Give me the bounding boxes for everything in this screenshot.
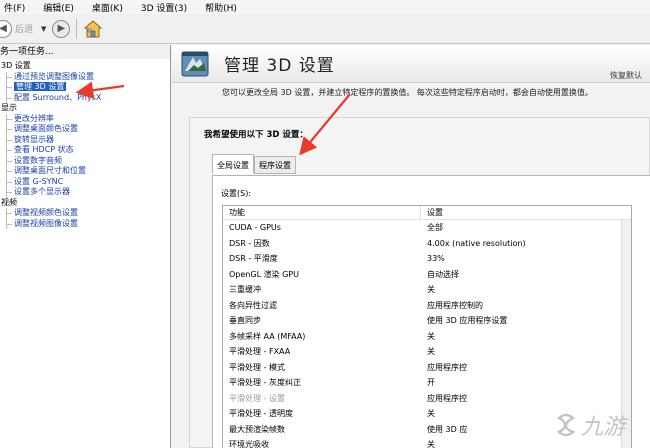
tree-item-video-color[interactable]: 调整视频颜色设置 [0, 208, 170, 219]
row-setting: 全部 [427, 223, 443, 232]
tree-item-preview-settings[interactable]: 通过预览调整图像设置 [0, 71, 170, 83]
table-row[interactable]: OpenGL 渲染 GPU 自动选择 [223, 267, 631, 283]
tree-category-display[interactable]: 显示 [0, 103, 170, 114]
tree-item-rotate-display[interactable]: 旋转显示器 [0, 134, 170, 146]
row-setting: 关 [427, 347, 435, 356]
row-feature: 各向异性过滤 [229, 300, 277, 310]
table-row[interactable]: 平滑处理 - 灰度纠正 开 [223, 375, 631, 391]
task-pane-header: 务一项任务... [0, 45, 170, 59]
tree-item-desktop-color[interactable]: 调整桌面颜色设置 [0, 124, 170, 135]
tab-global-settings[interactable]: 全局设置 [212, 154, 254, 174]
tree-item-resolution[interactable]: 更改分辨率 [0, 113, 170, 125]
tree-category-video[interactable]: 视频 [0, 198, 170, 209]
table-row[interactable]: 平滑处理 - FXAA 关 [223, 344, 631, 360]
tab-program-settings[interactable]: 程序设置 [254, 156, 296, 174]
watermark: 九游 [553, 402, 650, 448]
table-row[interactable]: 垂直同步 使用 3D 应用程序设置 [223, 313, 631, 329]
restore-defaults-link[interactable]: 恢复默认 [610, 70, 642, 81]
watermark-logo-icon [556, 413, 576, 437]
row-feature: 平滑处理 - 灰度纠正 [229, 378, 301, 387]
settings-list-header: 功能 设置 [223, 206, 631, 220]
tree-item-multi-display[interactable]: 设置多个显示器 [0, 187, 170, 198]
row-setting: 关 [427, 331, 435, 341]
forward-button[interactable]: ▶ [52, 19, 71, 38]
column-header-feature[interactable]: 功能 [223, 206, 421, 219]
row-feature: 最大预渲染帧数 [229, 424, 285, 434]
table-row[interactable]: 多帧采样 AA (MFAA) 关 [223, 329, 631, 345]
menu-desktop[interactable]: 桌面(K) [92, 1, 123, 14]
tree-category-3d[interactable]: 3D 设置 [0, 61, 170, 72]
row-setting: 应用程序控 [427, 393, 467, 403]
back-button[interactable]: ◀ 后退 [0, 19, 34, 38]
task-pane: 务一项任务... 3D 设置 通过预览调整图像设置 管理 3D 设置 配置 Su… [0, 45, 171, 448]
tree-item-manage-3d[interactable]: 管理 3D 设置 [0, 82, 170, 93]
tree-item-hdcp[interactable]: 查看 HDCP 状态 [0, 145, 170, 156]
row-feature: 环境光吸收 [229, 440, 269, 448]
row-feature: 平滑处理 - FXAA [229, 347, 291, 356]
table-row[interactable]: CUDA - GPUs 全部 [223, 220, 631, 236]
table-row[interactable]: 平滑处理 - 模式 应用程序控 [223, 360, 631, 376]
row-feature: CUDA - GPUs [229, 223, 281, 232]
row-setting: 自动选择 [427, 269, 459, 279]
watermark-text: 九游 [581, 415, 626, 440]
row-feature: OpenGL 渲染 GPU [229, 269, 299, 279]
menu-file[interactable]: 件(F) [4, 1, 25, 14]
page-description: 您可以更改全局 3D 设置，并建立特定程序的置换值。 每次这些特定程序启动时，都… [222, 88, 593, 97]
tree-item-desktop-size[interactable]: 调整桌面尺寸和位置 [0, 166, 170, 177]
row-setting: 应用程序控 [427, 362, 467, 372]
back-label: 后退 [15, 25, 34, 35]
tree-item-digital-audio[interactable]: 设置数字音频 [0, 155, 170, 167]
toolbar: ◀ 后退 ▼ ▶ [0, 14, 650, 44]
column-header-setting[interactable]: 设置 [421, 206, 443, 219]
row-feature: DSR - 平滑度 [229, 254, 278, 263]
row-feature: 平滑处理 - 透明度 [229, 409, 293, 418]
row-setting: 使用 3D 应用程序设置 [427, 316, 508, 325]
toolbar-divider [76, 18, 78, 39]
menu-help[interactable]: 帮助(H) [205, 1, 237, 14]
back-arrow-icon: ◀ [0, 19, 12, 38]
settings-group-title: 我希望使用以下 3D 设置： [204, 130, 308, 140]
settings-label: 设置(S): [221, 189, 252, 198]
row-setting: 开 [427, 378, 435, 387]
table-row[interactable]: DSR - 平滑度 33% [223, 251, 631, 267]
row-setting: 关 [427, 409, 435, 418]
forward-arrow-icon: ▶ [57, 23, 66, 34]
menu-bar: 件(F) 编辑(E) 桌面(K) 3D 设置(3) 帮助(H) [0, 0, 650, 14]
page-banner: 管理 3D 设置 恢复默认 [172, 45, 650, 83]
row-setting: 使用 3D 应 [427, 424, 468, 434]
row-feature: 三重缓冲 [229, 285, 261, 294]
home-icon[interactable] [83, 19, 103, 39]
tree-item-gsync[interactable]: 设置 G-SYNC [0, 176, 170, 188]
row-feature: 垂直同步 [229, 316, 261, 325]
row-setting: 关 [427, 440, 435, 448]
table-row[interactable]: 各向异性过滤 应用程序控制的 [223, 298, 631, 314]
row-feature: 平滑处理 - 模式 [229, 362, 285, 372]
row-setting: 33% [427, 254, 445, 263]
row-feature: DSR - 因数 [229, 238, 270, 248]
row-feature: 平滑处理 - 设置 [229, 393, 285, 403]
table-row[interactable]: 三重缓冲 关 [223, 282, 631, 298]
menu-3d-settings[interactable]: 3D 设置(3) [141, 1, 187, 14]
settings-group: 我希望使用以下 3D 设置： 全局设置 程序设置 设置(S): 功能 设置 CU… [189, 117, 650, 448]
table-row[interactable]: DSR - 因数 4.00x (native resolution) [223, 236, 631, 252]
history-dropdown-icon[interactable]: ▼ [41, 25, 46, 33]
row-setting: 4.00x (native resolution) [427, 238, 526, 248]
row-feature: 多帧采样 AA (MFAA) [229, 331, 306, 341]
3d-settings-icon [181, 51, 209, 77]
tree-item-video-image[interactable]: 调整视频图像设置 [0, 218, 170, 230]
settings-tabs: 全局设置 程序设置 [212, 154, 296, 174]
task-tree: 3D 设置 通过预览调整图像设置 管理 3D 设置 配置 Surround、Ph… [0, 61, 170, 230]
menu-edit[interactable]: 编辑(E) [43, 1, 74, 14]
tree-item-surround-physx[interactable]: 配置 Surround、PhysX [0, 92, 170, 104]
page-title: 管理 3D 设置 [224, 56, 335, 76]
row-setting: 关 [427, 285, 435, 294]
row-setting: 应用程序控制的 [427, 300, 483, 310]
content-pane: 管理 3D 设置 恢复默认 您可以更改全局 3D 设置，并建立特定程序的置换值。… [172, 45, 650, 448]
